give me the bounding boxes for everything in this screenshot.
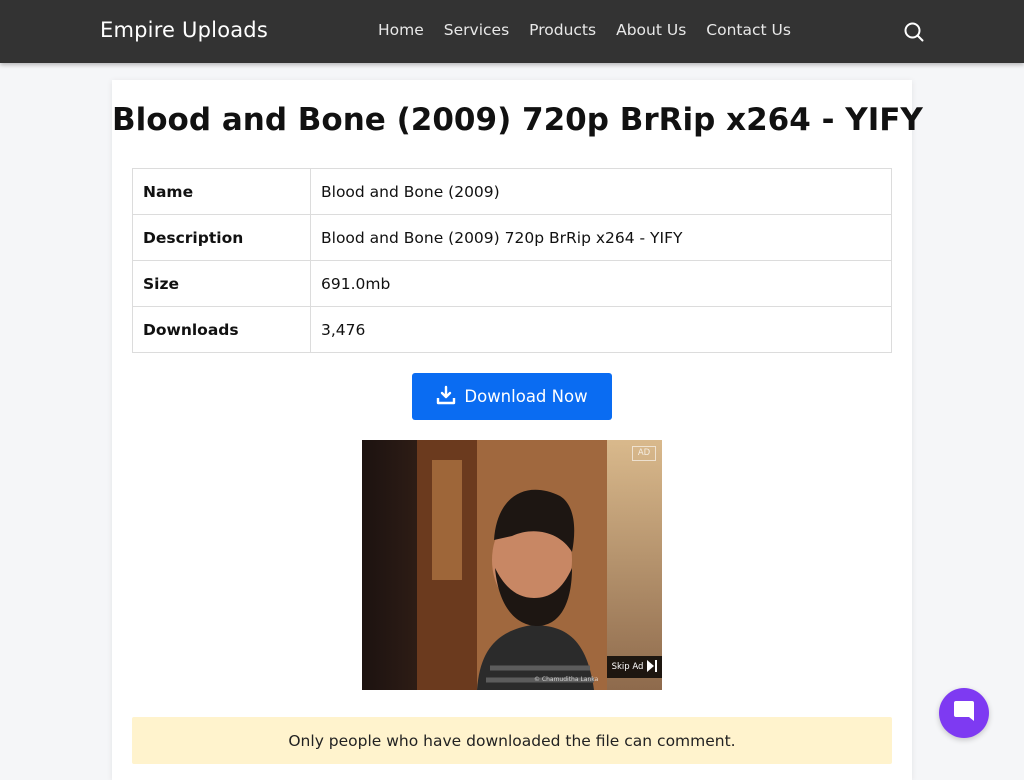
detail-label: Description <box>132 214 311 261</box>
detail-value: Blood and Bone (2009) 720p BrRip x264 - … <box>310 214 892 261</box>
file-details-table: Name Blood and Bone (2009) Description B… <box>132 168 892 353</box>
file-card: Blood and Bone (2009) 720p BrRip x264 - … <box>112 80 923 780</box>
nav-link-contact-us[interactable]: Contact Us <box>706 21 791 39</box>
nav-link-about-us[interactable]: About Us <box>616 21 686 39</box>
ad-image <box>362 440 662 690</box>
detail-label: Name <box>132 168 311 215</box>
nav-link-products[interactable]: Products <box>529 21 596 39</box>
ad-photo-credit: © Chamuditha Lanka <box>534 676 599 683</box>
table-row: Name Blood and Bone (2009) <box>132 168 892 215</box>
advertisement[interactable]: AD Skip Ad © Chamuditha Lanka <box>362 440 662 690</box>
ad-badge: AD <box>632 446 656 461</box>
skip-ad-label: Skip Ad <box>611 662 644 672</box>
top-navbar: Empire Uploads Home Services Products Ab… <box>0 0 1024 63</box>
page-title: Blood and Bone (2009) 720p BrRip x264 - … <box>112 102 923 138</box>
skip-icon <box>647 659 658 675</box>
detail-value: 3,476 <box>310 306 892 353</box>
download-now-button[interactable]: Download Now <box>412 373 612 420</box>
detail-label: Downloads <box>132 306 311 353</box>
table-row: Size 691.0mb <box>132 260 892 307</box>
nav-link-home[interactable]: Home <box>378 21 424 39</box>
skip-ad-button[interactable]: Skip Ad <box>607 656 662 678</box>
download-now-label: Download Now <box>464 387 588 406</box>
comment-notice: Only people who have downloaded the file… <box>132 717 892 764</box>
table-row: Downloads 3,476 <box>132 306 892 353</box>
chat-bubble-icon <box>953 700 975 726</box>
search-icon[interactable] <box>902 20 926 44</box>
main-nav: Home Services Products About Us Contact … <box>378 21 791 39</box>
detail-value: 691.0mb <box>310 260 892 307</box>
detail-label: Size <box>132 260 311 307</box>
chat-button[interactable] <box>939 688 989 738</box>
download-icon <box>436 385 456 409</box>
table-row: Description Blood and Bone (2009) 720p B… <box>132 214 892 261</box>
site-brand[interactable]: Empire Uploads <box>100 18 268 42</box>
nav-link-services[interactable]: Services <box>444 21 509 39</box>
detail-value: Blood and Bone (2009) <box>310 168 892 215</box>
